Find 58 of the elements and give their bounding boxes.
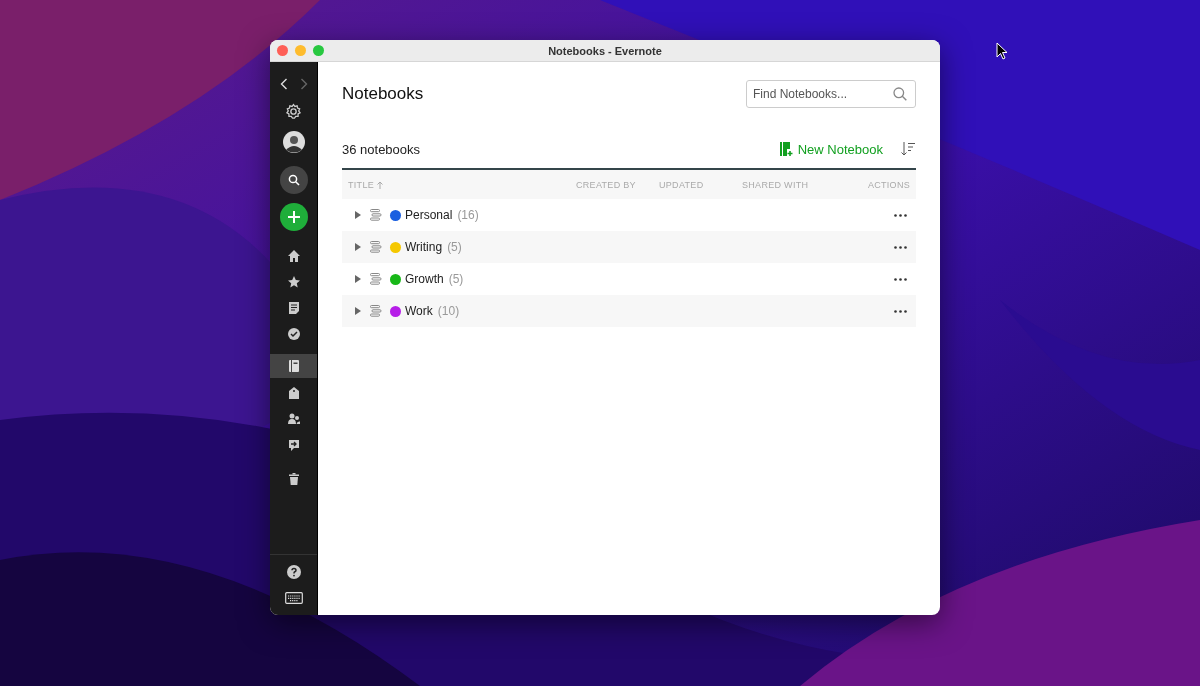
search-icon [287,174,300,186]
more-icon[interactable] [894,213,907,217]
note-icon [286,301,301,315]
notebook-name: Writing [405,240,443,254]
notebook-name: Work [405,304,433,318]
expand-caret-icon[interactable] [355,307,361,315]
sort-arrow-icon [377,180,383,189]
people-icon [286,412,301,426]
column-header[interactable]: UPDATED [659,179,704,190]
task-icon [286,327,301,341]
settings-icon[interactable] [285,103,302,120]
trash-icon [286,472,301,486]
notebook-name: Growth [405,272,444,286]
note-count: (10) [437,304,460,318]
notebook-name: Personal [405,208,453,222]
column-header[interactable]: SHARED WITH [742,179,809,190]
plus-icon [287,211,300,223]
keyboard-icon[interactable] [284,592,303,604]
new-notebook-button[interactable]: New Notebook [779,141,883,157]
expand-caret-icon[interactable] [355,243,361,251]
close-button[interactable] [277,45,288,56]
star-icon [286,275,301,289]
new-note-button[interactable] [279,203,308,231]
notebook-row[interactable]: Personal (16) [342,199,916,231]
home-icon [286,249,301,263]
search-field[interactable]: Find Notebooks... [746,80,916,108]
notebook-row[interactable]: Work (10) [342,295,916,327]
more-icon[interactable] [894,309,907,313]
tag-icon [286,386,301,400]
stack-icon [370,305,382,317]
note-count: (5) [447,240,462,254]
avatar-icon[interactable] [282,131,305,153]
notebook-count: 36 notebooks [342,141,422,157]
expand-caret-icon[interactable] [355,211,361,219]
notebook-row[interactable]: Writing (5) [342,231,916,263]
sort-icon[interactable] [901,142,916,156]
window-title: Notebooks - Evernote [548,44,662,57]
notebook-nav-item[interactable] [270,354,317,378]
notebook-plus-icon [779,141,794,157]
search-button[interactable] [279,166,308,194]
column-header[interactable]: ACTIONS [867,179,910,190]
stack-icon [370,241,382,253]
note-count: (5) [448,272,464,286]
note-count: (16) [457,208,479,222]
expand-caret-icon[interactable] [355,275,361,283]
notebook-icon [286,359,301,373]
page-title: Notebooks [342,84,424,104]
notebook-row[interactable]: Growth (5) [342,263,916,295]
stack-icon [370,273,382,285]
shared-icon [286,438,301,452]
stack-icon [370,209,382,221]
column-header[interactable]: CREATED BY [576,179,636,190]
column-header[interactable]: TITLE [348,179,374,190]
more-icon[interactable] [894,277,907,281]
cursor-icon [996,42,1008,60]
help-icon[interactable] [286,565,301,579]
search-icon [893,87,907,101]
more-icon[interactable] [894,245,907,249]
